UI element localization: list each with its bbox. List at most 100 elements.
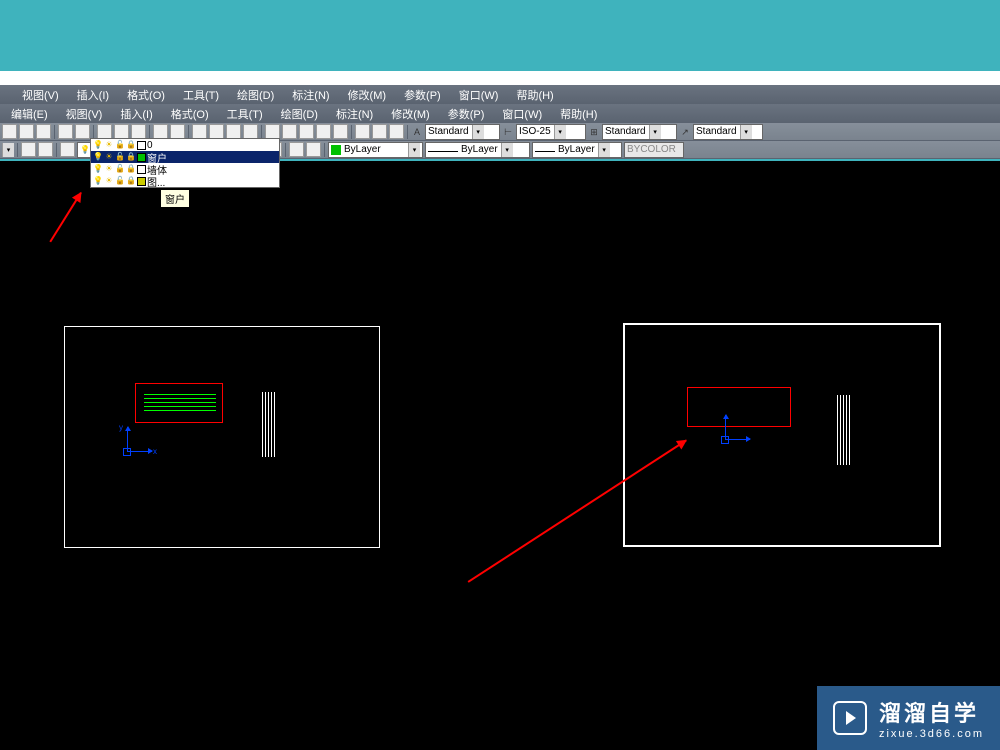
zoom-window-icon[interactable] bbox=[226, 124, 241, 139]
dropdown-arrow-icon[interactable]: ▾ bbox=[2, 143, 14, 157]
layer-name: 图... bbox=[147, 174, 165, 189]
separator bbox=[351, 125, 352, 139]
cut-icon[interactable] bbox=[97, 124, 112, 139]
menu-draw[interactable]: 绘图(D) bbox=[272, 104, 327, 124]
separator bbox=[93, 125, 94, 139]
markup-icon[interactable] bbox=[333, 124, 348, 139]
open-icon[interactable] bbox=[19, 124, 34, 139]
undo-icon[interactable] bbox=[153, 124, 168, 139]
menu-insert[interactable]: 插入(I) bbox=[68, 85, 118, 105]
menu-view[interactable]: 视图(V) bbox=[57, 104, 112, 124]
separator bbox=[188, 125, 189, 139]
menu-modify[interactable]: 修改(M) bbox=[382, 104, 439, 124]
watermark: 溜溜自学 zixue.3d66.com bbox=[817, 686, 1000, 750]
menu-format[interactable]: 格式(O) bbox=[118, 85, 174, 105]
properties-icon[interactable] bbox=[265, 124, 280, 139]
layer-match-icon[interactable] bbox=[306, 142, 321, 157]
mleader-icon[interactable]: ↗ bbox=[679, 126, 691, 138]
menu-modify[interactable]: 修改(M) bbox=[339, 85, 396, 105]
menu-draw[interactable]: 绘图(D) bbox=[228, 85, 283, 105]
pan-icon[interactable] bbox=[192, 124, 207, 139]
design-center-icon[interactable] bbox=[282, 124, 297, 139]
dropdown-arrow-icon[interactable]: ▾ bbox=[501, 143, 513, 157]
text-style-value: Standard bbox=[428, 126, 469, 137]
menu-format[interactable]: 格式(O) bbox=[162, 104, 218, 124]
linetype-combo[interactable]: ByLayer ▾ bbox=[425, 142, 530, 158]
app-window: 视图(V) 插入(I) 格式(O) 工具(T) 绘图(D) 标注(N) 修改(M… bbox=[0, 71, 1000, 750]
block-icon[interactable] bbox=[355, 124, 370, 139]
linetype-value: ByLayer bbox=[461, 144, 498, 155]
redo-icon[interactable] bbox=[170, 124, 185, 139]
dropdown-arrow-icon[interactable]: ▾ bbox=[408, 143, 420, 157]
menu-edit[interactable]: 编辑(E) bbox=[2, 104, 57, 124]
layer-dropdown-list[interactable]: 💡 ☀ 🔓 🔒 0 💡 ☀ 🔓 🔒 窗户 💡 ☀ 🔓 🔒 墙体 💡 ☀ � bbox=[90, 138, 280, 188]
viewport-2[interactable] bbox=[623, 323, 941, 547]
separator bbox=[149, 125, 150, 139]
text-icon[interactable] bbox=[389, 124, 404, 139]
menu-window[interactable]: 窗口(W) bbox=[493, 104, 551, 124]
mleader-style-combo[interactable]: Standard ▾ bbox=[693, 124, 763, 140]
layer-row[interactable]: 💡 ☀ 🔓 🔒 墙体 bbox=[91, 163, 279, 175]
menu-tools[interactable]: 工具(T) bbox=[218, 104, 272, 124]
dropdown-arrow-icon[interactable]: ▾ bbox=[740, 125, 752, 139]
layer-color-swatch bbox=[137, 153, 146, 162]
menu-dimension[interactable]: 标注(N) bbox=[327, 104, 382, 124]
menu-dimension[interactable]: 标注(N) bbox=[283, 85, 338, 105]
play-icon bbox=[833, 701, 867, 735]
menu-help[interactable]: 帮助(H) bbox=[551, 104, 606, 124]
menu-parametric[interactable]: 参数(P) bbox=[395, 85, 450, 105]
dim-style-combo[interactable]: ISO-25 ▾ bbox=[516, 124, 586, 140]
viewport-1[interactable]: x y bbox=[64, 326, 380, 548]
layer-row[interactable]: 💡 ☀ 🔓 🔒 0 bbox=[91, 139, 279, 151]
layer-states-icon[interactable] bbox=[38, 142, 53, 157]
table-icon[interactable]: ⊞ bbox=[588, 126, 600, 138]
layer-manager-icon[interactable] bbox=[60, 142, 75, 157]
layer-make-icon[interactable] bbox=[289, 142, 304, 157]
dropdown-arrow-icon[interactable]: ▾ bbox=[649, 125, 661, 139]
layer-props-icon[interactable] bbox=[21, 142, 36, 157]
layer-row[interactable]: 💡 ☀ 🔓 🔒 图... bbox=[91, 175, 279, 187]
print-icon[interactable] bbox=[58, 124, 73, 139]
layer-color-swatch bbox=[137, 165, 146, 174]
separator bbox=[56, 143, 57, 157]
separator bbox=[54, 125, 55, 139]
dropdown-arrow-icon[interactable]: ▾ bbox=[598, 143, 610, 157]
table-style-value: Standard bbox=[605, 126, 646, 137]
preview-icon[interactable] bbox=[75, 124, 90, 139]
menu-view[interactable]: 视图(V) bbox=[13, 85, 68, 105]
menu-tools[interactable]: 工具(T) bbox=[174, 85, 228, 105]
mleader-style-value: Standard bbox=[696, 126, 737, 137]
plot-style-combo[interactable]: BYCOLOR bbox=[624, 142, 684, 158]
new-icon[interactable] bbox=[2, 124, 17, 139]
color-swatch bbox=[331, 145, 341, 155]
lineweight-combo[interactable]: ByLayer ▾ bbox=[532, 142, 622, 158]
separator bbox=[407, 125, 408, 139]
separator bbox=[285, 143, 286, 157]
copy-icon[interactable] bbox=[114, 124, 129, 139]
layer-row-selected[interactable]: 💡 ☀ 🔓 🔒 窗户 bbox=[91, 151, 279, 163]
dim-style-value: ISO-25 bbox=[519, 126, 551, 137]
text-style-combo[interactable]: Standard ▾ bbox=[425, 124, 500, 140]
dropdown-arrow-icon[interactable]: ▾ bbox=[554, 125, 566, 139]
hatch-icon[interactable] bbox=[372, 124, 387, 139]
tool-palette-icon[interactable] bbox=[299, 124, 314, 139]
menu-help[interactable]: 帮助(H) bbox=[507, 85, 562, 105]
dim-icon[interactable]: ⊢ bbox=[502, 126, 514, 138]
drawing-canvas[interactable]: x y bbox=[0, 161, 1000, 750]
zoom-prev-icon[interactable] bbox=[243, 124, 258, 139]
color-combo[interactable]: ByLayer ▾ bbox=[328, 142, 423, 158]
separator bbox=[17, 143, 18, 157]
menu-parametric[interactable]: 参数(P) bbox=[439, 104, 494, 124]
menu-window[interactable]: 窗口(W) bbox=[450, 85, 508, 105]
menu-insert[interactable]: 插入(I) bbox=[111, 104, 161, 124]
save-icon[interactable] bbox=[36, 124, 51, 139]
zoom-icon[interactable] bbox=[209, 124, 224, 139]
vertical-lines bbox=[262, 392, 275, 457]
dropdown-arrow-icon[interactable]: ▾ bbox=[472, 125, 484, 139]
style-a-icon[interactable]: A bbox=[411, 126, 423, 138]
sheet-set-icon[interactable] bbox=[316, 124, 331, 139]
separator bbox=[261, 125, 262, 139]
table-style-combo[interactable]: Standard ▾ bbox=[602, 124, 677, 140]
menu-item[interactable] bbox=[2, 93, 13, 97]
paste-icon[interactable] bbox=[131, 124, 146, 139]
